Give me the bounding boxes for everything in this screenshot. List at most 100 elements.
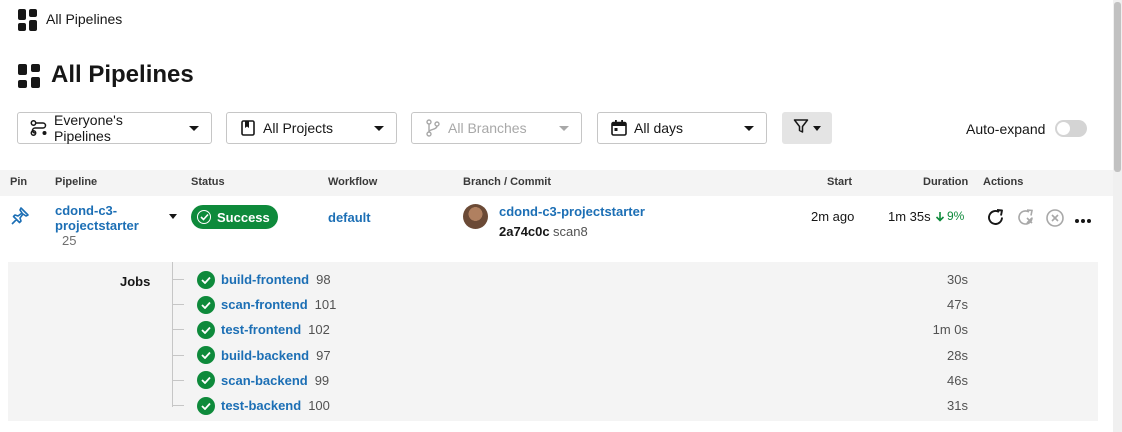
status-label: Success (217, 209, 270, 225)
column-header-actions: Actions (983, 176, 1024, 188)
filter-icon (793, 118, 809, 139)
job-row: build-frontend 98 30s (172, 267, 972, 292)
tree-branch (172, 405, 184, 406)
tree-branch (172, 354, 184, 356)
filter-bar: Everyone's Pipelines All Projects All Br… (17, 112, 1122, 144)
job-number: 98 (316, 272, 331, 287)
row-actions (985, 207, 1092, 231)
git-branch-icon (424, 119, 442, 137)
column-header-start: Start (827, 176, 853, 188)
days-dropdown-label: All days (634, 120, 684, 136)
table-header: Pin Pipeline Status Workflow Branch / Co… (0, 170, 1113, 196)
job-name-link[interactable]: test-frontend (221, 322, 301, 337)
job-row: scan-frontend 101 47s (172, 292, 972, 317)
page-title: All Pipelines (51, 61, 194, 88)
workflow-link[interactable]: default (328, 210, 371, 225)
job-duration: 28s (947, 347, 968, 363)
check-circle-icon (197, 396, 215, 415)
column-header-pipeline: Pipeline (55, 176, 98, 188)
check-circle-icon (197, 346, 215, 365)
pipelines-dropdown-label: Everyone's Pipelines (54, 112, 123, 144)
jobs-panel: Jobs build-frontend 98 30s scan-frontend 101… (8, 262, 1098, 421)
job-number: 101 (314, 297, 337, 313)
chevron-down-icon (559, 125, 569, 131)
column-header-workflow: Workflow (328, 176, 378, 188)
column-header-pin: Pin (10, 176, 28, 188)
tree-branch (172, 329, 184, 331)
branch-link[interactable]: cdond-c3-projectstarter (499, 204, 645, 219)
start-time: 2m ago (811, 209, 855, 224)
job-duration: 46s (947, 372, 968, 388)
avatar (463, 204, 488, 229)
job-name-link[interactable]: test-backend (221, 398, 301, 413)
check-circle-icon (197, 371, 215, 390)
pipeline-name-line2[interactable]: projectstarter (55, 218, 139, 233)
chevron-down-icon (374, 125, 384, 131)
jobs-label: Jobs (120, 274, 151, 289)
job-duration: 1m 0s (932, 322, 968, 338)
people-flow-icon (30, 119, 48, 137)
job-name-link[interactable]: build-frontend (221, 272, 309, 287)
auto-expand-label: Auto-expand (966, 120, 1046, 137)
job-duration: 30s (947, 272, 968, 287)
calendar-icon (610, 119, 628, 137)
check-circle-icon (197, 295, 215, 314)
projects-dropdown[interactable]: All Projects (226, 112, 397, 144)
tree-branch (172, 304, 184, 306)
pipelines-dropdown[interactable]: Everyone's Pipelines (17, 112, 212, 144)
auto-expand-toggle[interactable] (1055, 120, 1088, 137)
rerun-failed-icon[interactable] (1015, 207, 1036, 231)
job-name-link[interactable]: build-backend (221, 348, 309, 363)
expand-chevron-icon[interactable] (169, 214, 177, 219)
pipeline-number: 25 (62, 233, 77, 248)
job-number: 100 (308, 398, 330, 413)
column-header-duration: Duration (923, 176, 969, 188)
column-header-status: Status (191, 176, 225, 188)
cancel-icon[interactable] (1045, 208, 1065, 231)
dashboard-icon (18, 9, 37, 31)
chevron-down-icon (189, 125, 199, 131)
branches-dropdown-label: All Branches (448, 120, 527, 136)
auto-expand-control: Auto-expand (966, 120, 1088, 137)
job-name-link[interactable]: scan-frontend (221, 297, 308, 312)
page-header: All Pipelines (18, 61, 194, 89)
more-options-icon[interactable] (1074, 212, 1092, 227)
check-circle-icon (197, 270, 215, 289)
job-name-link[interactable]: scan-backend (221, 373, 308, 388)
projects-dropdown-label: All Projects (263, 120, 334, 136)
job-row: scan-backend 99 46s (172, 368, 972, 393)
job-row: test-backend 100 31s (172, 393, 972, 418)
duration-change: 9% (935, 209, 964, 223)
arrow-down-icon (935, 211, 945, 222)
rerun-icon[interactable] (985, 207, 1006, 231)
commit-hash[interactable]: 2a74c0c (499, 224, 550, 239)
tree-branch (172, 379, 184, 381)
pipeline-row: cdond-c3- projectstarter 25 Success defa… (0, 196, 1113, 262)
commit-message: scan8 (553, 224, 588, 239)
duration-value: 1m 35s (888, 209, 931, 224)
dashboard-icon (18, 64, 40, 88)
job-duration: 31s (947, 398, 968, 413)
column-header-branch-commit: Branch / Commit (463, 176, 552, 188)
job-number: 102 (308, 322, 330, 338)
scrollbar-thumb[interactable] (1114, 2, 1121, 172)
job-row: build-backend 97 28s (172, 343, 972, 368)
branches-dropdown[interactable]: All Branches (411, 112, 582, 144)
job-row: test-frontend 102 1m 0s (172, 317, 972, 342)
job-number: 99 (314, 372, 330, 388)
chevron-down-icon (813, 125, 821, 131)
pin-icon[interactable] (10, 206, 30, 229)
chevron-down-icon (744, 125, 754, 131)
job-number: 97 (316, 347, 331, 363)
days-dropdown[interactable]: All days (597, 112, 767, 144)
scrollbar[interactable] (1113, 0, 1122, 432)
tree-branch (172, 279, 184, 280)
pipeline-name-line1[interactable]: cdond-c3- (55, 203, 139, 218)
bookmark-icon (239, 119, 257, 137)
check-circle-icon (197, 210, 211, 224)
breadcrumb: All Pipelines (18, 9, 122, 31)
job-duration: 47s (947, 297, 968, 313)
filter-button[interactable] (782, 112, 832, 144)
status-badge: Success (191, 205, 278, 229)
breadcrumb-title[interactable]: All Pipelines (46, 11, 122, 27)
